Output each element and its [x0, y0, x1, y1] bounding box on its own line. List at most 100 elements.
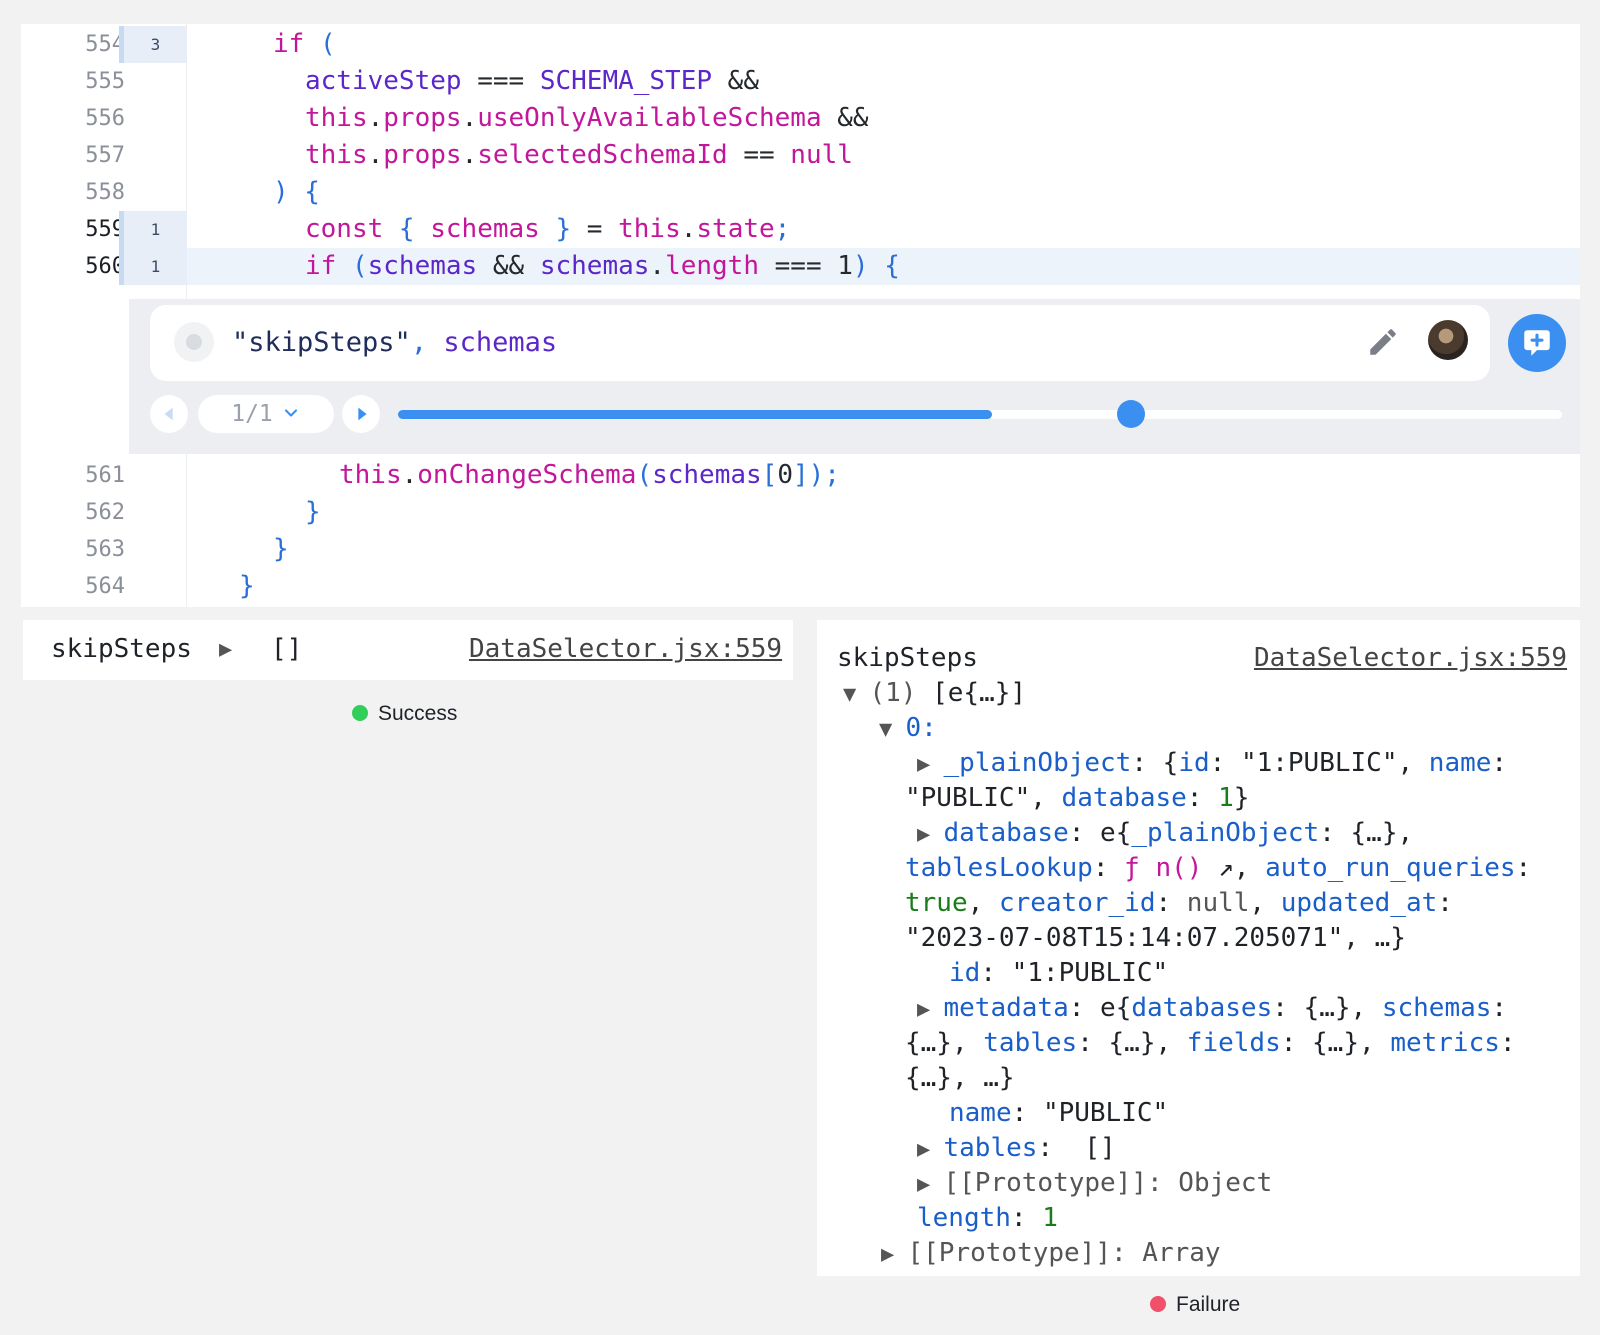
keyword: this: [305, 103, 368, 133]
property: useOnlyAvailableSchema: [477, 103, 822, 133]
hit-count[interactable]: 3: [119, 26, 187, 63]
tree-index-0[interactable]: ▼ 0:: [879, 711, 937, 747]
hit-count[interactable]: 1: [119, 211, 187, 248]
add-comment-button[interactable]: [1508, 314, 1566, 372]
tree-root[interactable]: ▼ (1) [e{…}]: [843, 676, 1026, 712]
punct: [: [761, 460, 778, 490]
number: 1: [837, 251, 853, 281]
collapse-triangle-icon[interactable]: ▼: [843, 682, 870, 707]
code-line-563[interactable]: }: [187, 531, 1600, 568]
tree-database-cont-1: tablesLookup: ƒ n() ↗, auto_run_queries:: [905, 853, 1532, 883]
dot-icon[interactable]: [174, 322, 214, 362]
expand-triangle-icon[interactable]: ▶: [917, 1172, 944, 1197]
prev-hit-button[interactable]: [150, 395, 188, 433]
code-line-556[interactable]: this.props.useOnlyAvailableSchema &&: [187, 100, 1600, 137]
punct: ;: [774, 214, 791, 244]
code-line-560[interactable]: if (schemas && schemas.length === 1) {: [187, 248, 1580, 285]
key: _plainObject: [943, 748, 1132, 778]
console-panel-failure: skipSteps DataSelector.jsx:559 ▼ (1) [e{…: [817, 620, 1580, 1276]
tree-database-cont-2: true, creator_id: null, updated_at:: [905, 888, 1453, 918]
keyword: if: [305, 251, 337, 281]
tree-prototype-array[interactable]: ▶ [[Prototype]]: Array: [881, 1236, 1221, 1272]
identifier: activeStep: [305, 66, 462, 96]
tree-tables[interactable]: ▶ tables: []: [917, 1131, 1116, 1167]
line-number[interactable]: 560: [21, 248, 125, 285]
code-line-561[interactable]: this.onChangeSchema(schemas[0]);: [187, 457, 1600, 494]
line-number[interactable]: 554: [21, 26, 125, 63]
code-line-555[interactable]: activeStep === SCHEMA_STEP &&: [187, 63, 1600, 100]
line-number[interactable]: 561: [21, 457, 125, 494]
tree-name[interactable]: name: "PUBLIC": [949, 1096, 1168, 1131]
code-line-557[interactable]: this.props.selectedSchemaId == null: [187, 137, 1600, 174]
logpoint-expression-input[interactable]: "skipSteps", schemas: [150, 305, 1490, 381]
collapse-triangle-icon[interactable]: ▼: [879, 717, 906, 742]
key: auto_run_queries: [1265, 853, 1516, 883]
external-link-icon[interactable]: ↗: [1202, 853, 1234, 883]
hit-count[interactable]: 1: [119, 248, 187, 285]
tree-metadata[interactable]: ▶ metadata: e{databases: {…}, schemas:: [917, 991, 1507, 1027]
line-number[interactable]: 563: [21, 531, 125, 568]
logpoint-expression[interactable]: "skipSteps", schemas: [232, 323, 557, 363]
tree-metadata-cont-1: {…}, tables: {…}, fields: {…}, metrics:: [905, 1028, 1516, 1058]
operator: &&: [712, 66, 759, 96]
status-badge: Failure: [1150, 1292, 1240, 1318]
property: length: [665, 251, 759, 281]
punct: }: [273, 534, 289, 564]
expand-triangle-icon[interactable]: ▶: [881, 1242, 908, 1267]
code-line-564[interactable]: }: [187, 568, 1600, 605]
expand-triangle-icon[interactable]: ▶: [219, 632, 232, 667]
punct: (: [336, 251, 368, 281]
next-hit-button[interactable]: [342, 395, 380, 433]
tree-id[interactable]: id: "1:PUBLIC": [949, 956, 1168, 991]
value: e{: [1100, 993, 1132, 1023]
key: database: [943, 818, 1069, 848]
prototype-label: [[Prototype]]: Array: [907, 1238, 1221, 1268]
operator: &&: [477, 251, 540, 281]
key: _plainObject: [1131, 818, 1320, 848]
expand-triangle-icon[interactable]: ▶: [917, 997, 944, 1022]
timeline-handle[interactable]: [1117, 400, 1145, 428]
line-number[interactable]: 557: [21, 137, 125, 174]
expand-triangle-icon[interactable]: ▶: [917, 1137, 944, 1162]
expand-triangle-icon[interactable]: ▶: [917, 822, 944, 847]
code-line-562[interactable]: }: [187, 494, 1600, 531]
line-number[interactable]: 555: [21, 63, 125, 100]
avatar[interactable]: [1428, 320, 1468, 360]
array-count: (1): [869, 678, 917, 708]
code-line-559[interactable]: const { schemas } = this.state;: [187, 211, 1600, 248]
tree-plain-object-cont: "PUBLIC", database: 1}: [905, 783, 1250, 813]
ellipsis: …}: [983, 1063, 1015, 1093]
code-line-554[interactable]: if (: [187, 26, 1600, 63]
value: "1:PUBLIC": [1011, 958, 1169, 988]
tree-length[interactable]: length: 1: [917, 1201, 1058, 1236]
line-number[interactable]: 564: [21, 568, 125, 605]
source-link[interactable]: DataSelector.jsx:559: [469, 632, 782, 667]
key: tables: [943, 1133, 1038, 1163]
value: "PUBLIC": [1042, 1098, 1169, 1128]
prev-icon: [164, 407, 173, 421]
operator: ===: [461, 66, 540, 96]
keyword: this: [305, 140, 368, 170]
timeline-progress: [398, 410, 992, 419]
status-badge: Success: [352, 701, 457, 727]
line-number[interactable]: 559: [21, 211, 125, 248]
chevron-down-icon: [284, 409, 297, 417]
code-line-558[interactable]: ) {: [187, 174, 1600, 211]
hit-pager[interactable]: 1/1: [198, 395, 334, 433]
tree-database[interactable]: ▶ database: e{_plainObject: {…},: [917, 816, 1413, 852]
source-link[interactable]: DataSelector.jsx:559: [1254, 641, 1567, 676]
pencil-icon[interactable]: [1366, 325, 1400, 359]
console-value[interactable]: []: [271, 632, 302, 667]
timeline-track[interactable]: [398, 410, 1562, 419]
line-number[interactable]: 562: [21, 494, 125, 531]
line-number[interactable]: 558: [21, 174, 125, 211]
dot: .: [461, 103, 478, 133]
value: {…}: [905, 1028, 952, 1058]
property: props: [383, 140, 462, 170]
tree-plain-object[interactable]: ▶ _plainObject: {id: "1:PUBLIC", name:: [917, 746, 1507, 782]
expand-triangle-icon[interactable]: ▶: [917, 752, 944, 777]
tree-prototype-object[interactable]: ▶ [[Prototype]]: Object: [917, 1166, 1272, 1202]
identifier: schemas: [539, 251, 650, 281]
line-number[interactable]: 556: [21, 100, 125, 137]
key: schemas: [1381, 993, 1492, 1023]
